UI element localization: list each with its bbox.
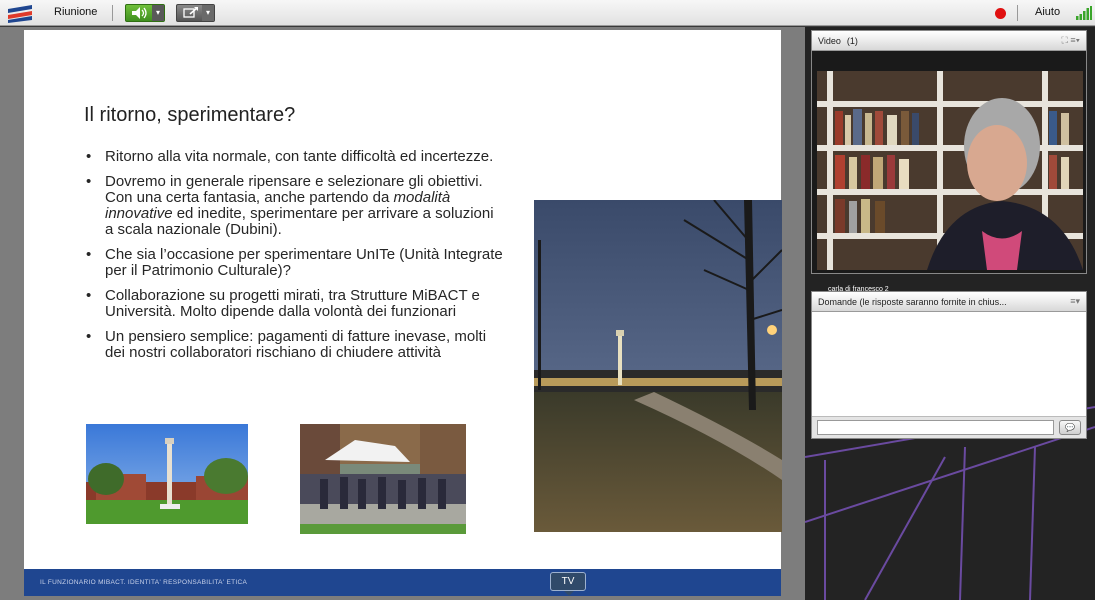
help-menu[interactable]: Aiuto bbox=[1035, 6, 1060, 18]
video-pod: Video (1) ⛶ ≡▾ carla di francesco 2 bbox=[811, 30, 1087, 293]
questions-pod: Domande (le risposte saranno fornite in … bbox=[811, 291, 1087, 439]
bullet-item: Ritorno alla vita normale, con tante dif… bbox=[86, 149, 506, 166]
top-toolbar: Riunione ▾ ▾ Aiuto bbox=[0, 0, 1095, 26]
app-logo-icon bbox=[8, 5, 32, 23]
bullet-item: Dovremo in generale ripensare e selezion… bbox=[86, 174, 506, 238]
questions-pod-header: Domande (le risposte saranno fornite in … bbox=[812, 292, 1086, 312]
slide-footer: IL FUNZIONARIO MIBACT. IDENTITA' RESPONS… bbox=[24, 569, 781, 596]
slide-title: Il ritorno, sperimentare? bbox=[84, 104, 296, 126]
park-column-photo bbox=[86, 424, 248, 524]
video-pod-title: Video bbox=[818, 36, 841, 46]
webcam-feed bbox=[817, 71, 1083, 270]
share-dropdown[interactable]: ▾ bbox=[202, 5, 214, 21]
speaker-icon bbox=[132, 7, 147, 19]
presentation-slide: Il ritorno, sperimentare? Ritorno alla v… bbox=[24, 30, 782, 596]
slide-footer-text: IL FUNZIONARIO MIBACT. IDENTITA' RESPONS… bbox=[40, 579, 248, 586]
record-indicator-icon[interactable] bbox=[995, 8, 1006, 19]
chat-bubble-icon: 💬 bbox=[1065, 423, 1075, 432]
share-pod: Il ritorno, sperimentare? Ritorno alla v… bbox=[0, 27, 805, 600]
audio-button[interactable]: ▾ bbox=[125, 4, 165, 22]
bullet-item: Che sia l’occasione per sperimentare UnI… bbox=[86, 247, 506, 279]
share-button[interactable]: ▾ bbox=[176, 4, 215, 22]
meeting-menu[interactable]: Riunione bbox=[54, 6, 97, 18]
street-market-photo bbox=[300, 424, 466, 534]
slide-bullet-list: Ritorno alla vita normale, con tante dif… bbox=[86, 149, 506, 370]
toolbar-divider bbox=[1017, 5, 1018, 21]
question-input[interactable] bbox=[817, 420, 1054, 435]
participant-video bbox=[817, 71, 1083, 270]
toolbar-divider bbox=[112, 5, 113, 21]
video-participant-count: (1) bbox=[846, 36, 858, 46]
pod-options-icon[interactable]: ⛶ ≡▾ bbox=[1062, 35, 1080, 46]
connection-signal-icon bbox=[1076, 6, 1092, 20]
video-pod-header: Video (1) ⛶ ≡▾ bbox=[812, 31, 1086, 51]
pod-options-icon[interactable]: ≡▾ bbox=[1070, 296, 1080, 307]
question-input-bar: 💬 bbox=[812, 416, 1086, 438]
audio-dropdown[interactable]: ▾ bbox=[152, 5, 164, 21]
share-screen-icon bbox=[183, 7, 198, 18]
bullet-item: Un pensiero semplice: pagamenti di fattu… bbox=[86, 329, 506, 361]
bullet-item: Collaborazione su progetti mirati, tra S… bbox=[86, 288, 506, 320]
evening-square-photo bbox=[534, 200, 782, 532]
send-question-button[interactable]: 💬 bbox=[1059, 420, 1081, 435]
questions-pod-title: Domande (le risposte saranno fornite in … bbox=[818, 297, 1007, 307]
questions-list bbox=[812, 313, 1086, 417]
tv-tab-button[interactable]: TV bbox=[550, 572, 586, 596]
